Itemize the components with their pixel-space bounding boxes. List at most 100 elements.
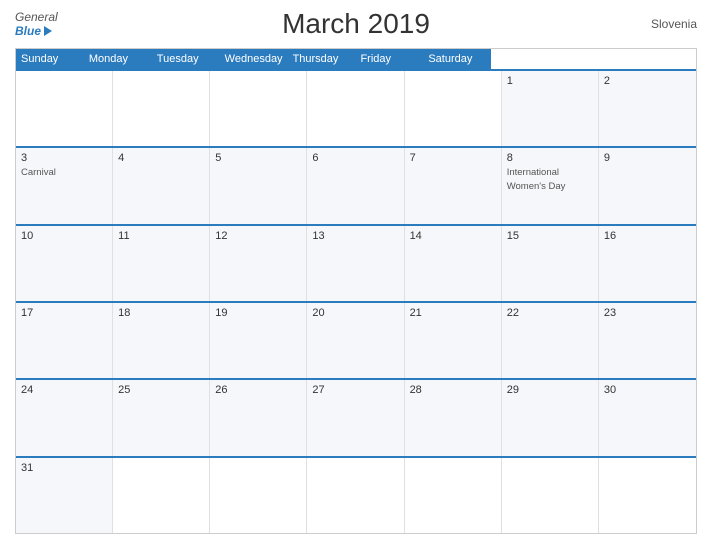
calendar-cell: 26 (210, 380, 307, 455)
day-number: 17 (21, 307, 107, 319)
holiday-label: International Women's Day (507, 167, 566, 191)
calendar-cell (307, 458, 404, 533)
calendar-cell: 17 (16, 303, 113, 378)
calendar-cell (210, 71, 307, 146)
day-number: 20 (312, 307, 398, 319)
logo-general-text: General (15, 10, 85, 24)
weekday-header-monday: Monday (84, 49, 152, 69)
day-number: 12 (215, 230, 301, 242)
calendar-cell: 20 (307, 303, 404, 378)
day-number: 26 (215, 384, 301, 396)
day-number: 4 (118, 152, 204, 164)
calendar-cell: 19 (210, 303, 307, 378)
day-number: 21 (410, 307, 496, 319)
day-number: 29 (507, 384, 593, 396)
calendar-cell (16, 71, 113, 146)
day-number: 23 (604, 307, 691, 319)
day-number: 15 (507, 230, 593, 242)
day-number: 9 (604, 152, 691, 164)
calendar-cell: 18 (113, 303, 210, 378)
calendar-cell: 25 (113, 380, 210, 455)
day-number: 3 (21, 152, 107, 164)
day-number: 1 (507, 75, 593, 87)
calendar: SundayMondayTuesdayWednesdayThursdayFrid… (15, 48, 697, 534)
calendar-cell: 24 (16, 380, 113, 455)
day-number: 22 (507, 307, 593, 319)
calendar-cell (405, 71, 502, 146)
calendar-cell: 2 (599, 71, 696, 146)
calendar-cell: 28 (405, 380, 502, 455)
calendar-cell: 6 (307, 148, 404, 223)
calendar-cell (307, 71, 404, 146)
calendar-cell: 30 (599, 380, 696, 455)
day-number: 11 (118, 230, 204, 242)
weekday-header-thursday: Thursday (288, 49, 356, 69)
title-container: March 2019 (85, 8, 627, 40)
weekday-header-wednesday: Wednesday (220, 49, 288, 69)
holiday-label: Carnival (21, 167, 56, 178)
day-number: 2 (604, 75, 691, 87)
day-number: 13 (312, 230, 398, 242)
calendar-cell (599, 458, 696, 533)
day-number: 25 (118, 384, 204, 396)
day-number: 18 (118, 307, 204, 319)
day-number: 5 (215, 152, 301, 164)
month-year-title: March 2019 (85, 8, 627, 40)
day-number: 8 (507, 152, 593, 164)
day-number: 16 (604, 230, 691, 242)
calendar-cell: 31 (16, 458, 113, 533)
calendar-cell: 14 (405, 226, 502, 301)
calendar-cell (502, 458, 599, 533)
calendar-cell: 1 (502, 71, 599, 146)
day-number: 24 (21, 384, 107, 396)
weekday-header-saturday: Saturday (423, 49, 491, 69)
calendar-cell: 15 (502, 226, 599, 301)
day-number: 30 (604, 384, 691, 396)
calendar-week-6: 31 (16, 456, 696, 533)
day-number: 14 (410, 230, 496, 242)
day-number: 19 (215, 307, 301, 319)
calendar-cell: 22 (502, 303, 599, 378)
calendar-cell: 13 (307, 226, 404, 301)
day-number: 28 (410, 384, 496, 396)
day-number: 7 (410, 152, 496, 164)
calendar-cell: 29 (502, 380, 599, 455)
calendar-week-1: 12 (16, 69, 696, 146)
calendar-cell: 3 Carnival (16, 148, 113, 223)
calendar-cell: 23 (599, 303, 696, 378)
calendar-week-3: 10 11 12 13 14 15 16 (16, 224, 696, 301)
day-number: 27 (312, 384, 398, 396)
calendar-week-4: 17 18 19 20 21 22 23 (16, 301, 696, 378)
calendar-cell: 7 (405, 148, 502, 223)
logo-arrow-icon (44, 26, 52, 36)
country-name: Slovenia (627, 17, 697, 31)
calendar-cell: 5 (210, 148, 307, 223)
day-number: 6 (312, 152, 398, 164)
calendar-week-2: 3 Carnival 45678 International Women's Day 9 (16, 146, 696, 223)
page-header: General Blue March 2019Slovenia (15, 8, 697, 40)
calendar-cell: 10 (16, 226, 113, 301)
weekday-header-friday: Friday (355, 49, 423, 69)
calendar-header-row: SundayMondayTuesdayWednesdayThursdayFrid… (16, 49, 491, 69)
calendar-week-5: 24 25 26 27 28 29 30 (16, 378, 696, 455)
day-number: 10 (21, 230, 107, 242)
page: General Blue March 2019Slovenia SundayMo… (0, 0, 712, 550)
calendar-body: 123Carnival45678International Women's Da… (16, 69, 696, 533)
calendar-cell: 21 (405, 303, 502, 378)
calendar-cell: 16 (599, 226, 696, 301)
calendar-cell: 12 (210, 226, 307, 301)
calendar-cell: 4 (113, 148, 210, 223)
calendar-cell: 27 (307, 380, 404, 455)
calendar-cell: 11 (113, 226, 210, 301)
calendar-cell (405, 458, 502, 533)
calendar-cell (113, 458, 210, 533)
weekday-header-sunday: Sunday (16, 49, 84, 69)
calendar-cell (210, 458, 307, 533)
weekday-header-tuesday: Tuesday (152, 49, 220, 69)
logo: General Blue (15, 10, 85, 39)
logo-blue-text: Blue (15, 24, 85, 38)
day-number: 31 (21, 462, 107, 474)
calendar-cell: 8 International Women's Day (502, 148, 599, 223)
calendar-cell (113, 71, 210, 146)
calendar-cell: 9 (599, 148, 696, 223)
